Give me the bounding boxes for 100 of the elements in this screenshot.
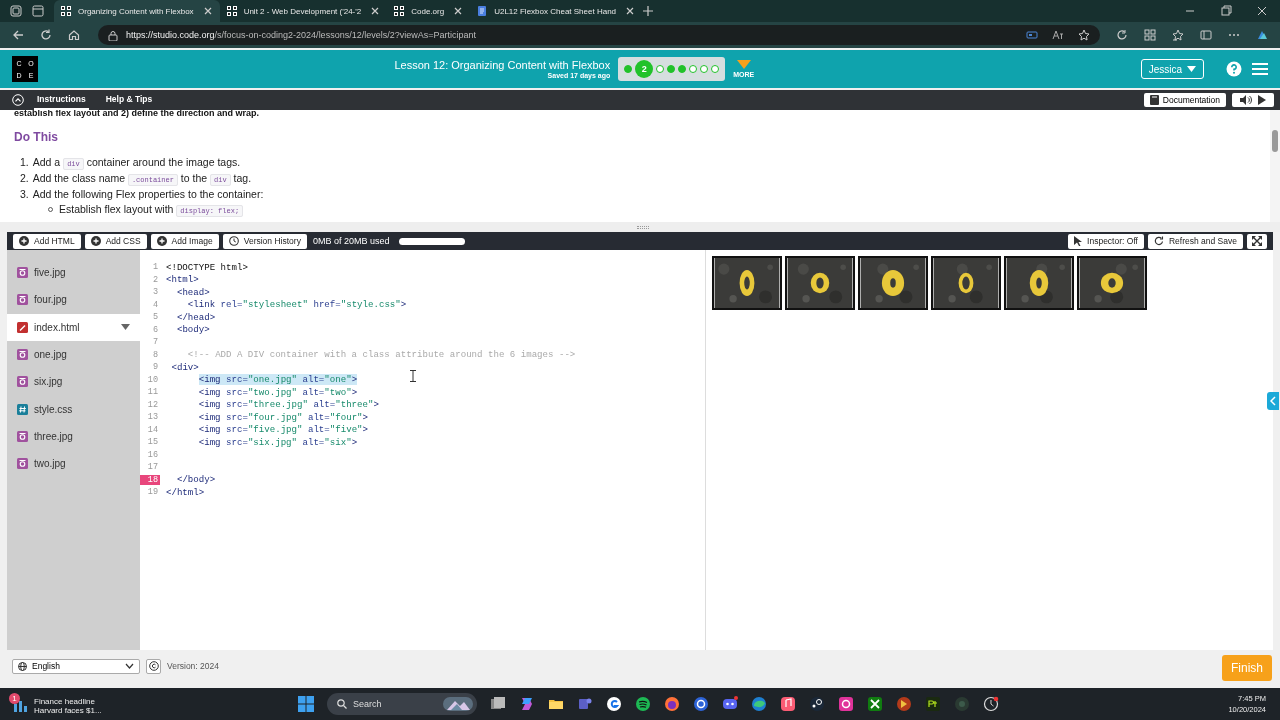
favorites-icon[interactable] — [1172, 29, 1184, 41]
music-icon[interactable] — [780, 696, 796, 712]
clock-icon[interactable] — [983, 696, 999, 712]
home-icon[interactable] — [68, 29, 80, 41]
split-screen-icon[interactable] — [1144, 29, 1156, 41]
reload-icon[interactable] — [40, 29, 52, 41]
tab-title: U2L12 Flexbox Cheat Sheet Hand — [494, 6, 617, 16]
collapse-icon[interactable] — [12, 94, 24, 106]
level-dot[interactable] — [689, 65, 698, 73]
line-number: 15 — [146, 437, 159, 448]
file-item[interactable]: two.jpg — [7, 450, 140, 478]
address-field[interactable]: https://studio.code.org/s/focus-on-coding2-2024/lessons/12/levels/2?viewAs=Participant — [98, 25, 1100, 45]
instruction-text: establish flex layout and 2) define the direction and wrap. — [14, 110, 261, 118]
level-dot[interactable] — [656, 65, 665, 73]
level-dot[interactable] — [711, 65, 720, 73]
resize-handle[interactable] — [637, 225, 649, 229]
line-number: 6 — [151, 324, 159, 335]
close-icon[interactable] — [370, 6, 381, 16]
url-text: https://studio.code.org/s/focus-on-coding2-2024/lessons/12/levels/2?viewAs=Participant — [126, 30, 476, 40]
browser-tab[interactable]: Organizing Content with Flexbox — [54, 0, 220, 22]
browser-tab[interactable]: U2L12 Flexbox Cheat Sheet Hand — [470, 0, 643, 22]
app-icon[interactable] — [693, 696, 709, 712]
level-dot[interactable] — [667, 65, 676, 73]
refresh-save-button[interactable]: Refresh and Save — [1147, 233, 1243, 249]
code-line: <img src="six.jpg" alt="six"> — [198, 436, 358, 448]
search-field[interactable]: Search — [327, 693, 477, 715]
grid-icon — [394, 6, 405, 16]
help-icon[interactable] — [1226, 61, 1242, 77]
close-icon[interactable] — [625, 6, 636, 16]
file-item[interactable]: one.jpg — [7, 340, 140, 369]
storage-label: 0MB of 20MB used — [312, 236, 390, 246]
line-number: 1 — [151, 262, 159, 273]
tab-actions-icon[interactable] — [32, 5, 44, 17]
collections-icon[interactable] — [1200, 29, 1212, 41]
file-item[interactable]: three.jpg — [7, 422, 140, 451]
star-icon[interactable] — [1078, 29, 1090, 41]
close-icon[interactable] — [453, 6, 464, 16]
file-item[interactable]: four.jpg — [7, 286, 140, 314]
bullet-icon — [48, 206, 53, 212]
cursor-icon — [1074, 236, 1083, 246]
restore-icon[interactable] — [1220, 5, 1232, 17]
caret-icon[interactable] — [121, 324, 130, 331]
fullscreen-button[interactable] — [1247, 233, 1267, 249]
menu-icon[interactable] — [1252, 62, 1268, 76]
scrollbar[interactable] — [1270, 110, 1280, 222]
close-icon[interactable] — [1256, 5, 1268, 17]
code-line: <img src="three.jpg" alt="three"> — [198, 399, 379, 411]
toolbar-button[interactable]: Add Image — [150, 233, 219, 249]
audio-button[interactable] — [1232, 93, 1274, 107]
chevron-icon — [1270, 396, 1276, 406]
hash-icon — [17, 403, 28, 415]
level-dot[interactable] — [700, 65, 709, 73]
toolbar-button[interactable]: Add CSS — [84, 233, 147, 249]
lock-icon — [108, 29, 118, 41]
file-item[interactable]: six.jpg — [7, 368, 140, 396]
storage-meter — [399, 237, 466, 245]
browser-tab[interactable]: Code.org — [387, 0, 471, 22]
copyright-button[interactable] — [146, 658, 161, 674]
back-icon[interactable] — [12, 29, 24, 41]
refresh-icon[interactable] — [1116, 29, 1128, 41]
inspector-button[interactable]: Inspector: Off — [1068, 233, 1144, 249]
toolbar-button[interactable]: Version History — [222, 233, 307, 249]
clock-icon — [228, 236, 239, 246]
file-item[interactable]: style.css — [7, 395, 140, 423]
line-number: 2 — [151, 274, 159, 285]
level-dot[interactable] — [678, 65, 687, 73]
workspaces-icon[interactable] — [10, 5, 22, 17]
documentation-button[interactable]: Documentation — [1143, 93, 1226, 107]
image-file-icon — [17, 430, 28, 442]
task-view-icon[interactable] — [490, 696, 506, 712]
caret-icon — [1187, 66, 1196, 72]
app-icon[interactable] — [838, 696, 854, 712]
new-tab-icon[interactable] — [642, 5, 655, 17]
code-line: <div> — [171, 361, 199, 373]
windows-start-icon[interactable] — [298, 696, 314, 712]
image-file-icon — [17, 458, 28, 470]
refresh-icon — [1153, 236, 1164, 246]
globe-icon — [18, 661, 27, 671]
instructions-tab[interactable]: Help & Tips — [102, 90, 156, 110]
browser-tab[interactable]: Unit 2 - Web Development ('24-'2 — [219, 0, 388, 22]
close-icon[interactable] — [202, 6, 213, 16]
plus-icon — [19, 236, 29, 246]
plus-icon — [156, 236, 167, 246]
file-item[interactable]: index.html — [7, 313, 140, 341]
line-number: 11 — [146, 387, 159, 398]
news-widget[interactable]: 1 Finance headline Harvard faces $1... — [8, 691, 298, 717]
line-number: 7 — [151, 337, 159, 348]
tab-title: Code.org — [411, 6, 445, 16]
file-item[interactable]: five.jpg — [7, 259, 140, 287]
version-label: Version: 2024 — [167, 661, 219, 671]
image-file-icon — [17, 376, 28, 388]
toolbar-button[interactable]: Add HTML — [13, 233, 81, 249]
step-number: 1. — [20, 156, 29, 168]
news-text: Harvard faces $1... — [34, 706, 102, 715]
level-dot[interactable] — [624, 65, 633, 73]
spotify-icon[interactable] — [635, 696, 651, 712]
language-dropdown[interactable]: English — [12, 658, 140, 674]
side-panel-handle[interactable] — [1267, 392, 1279, 410]
line-number: 9 — [151, 362, 159, 373]
xbox-icon[interactable] — [867, 696, 883, 712]
